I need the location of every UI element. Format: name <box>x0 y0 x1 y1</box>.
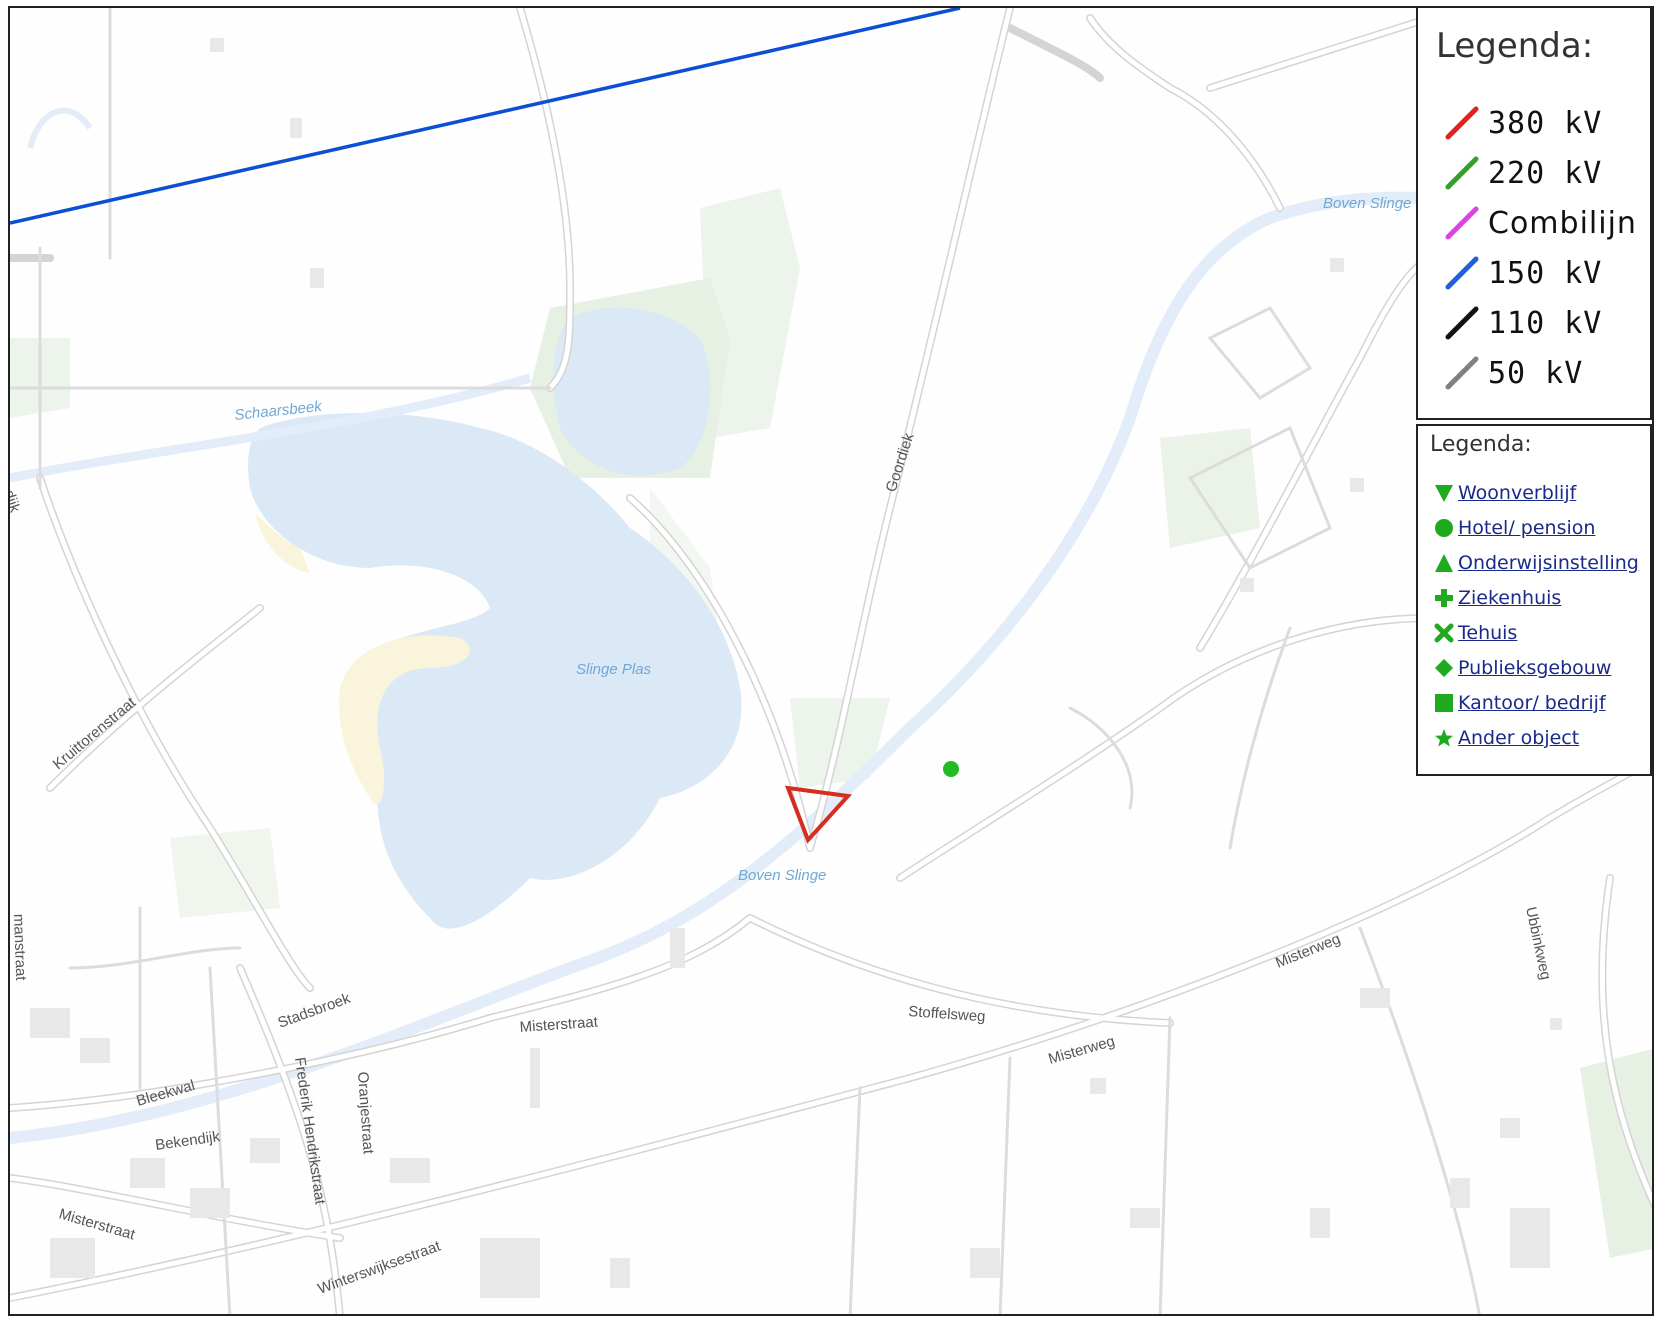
legend-item-woonverblijf: Woonverblijf <box>1432 478 1576 508</box>
legend-title: Legenda: <box>1430 432 1532 457</box>
circle-icon <box>1432 516 1456 540</box>
legend-item-hotel: Hotel/ pension <box>1432 513 1595 543</box>
label-boven-slinge-bottom: Boven Slinge <box>738 867 826 884</box>
hotel-pension-marker[interactable] <box>943 761 959 777</box>
legend-item-ander-object: Ander object <box>1432 723 1579 753</box>
powerline-legend: Legenda: 380 kV 220 kV Combilijn 150 kV … <box>1416 6 1652 420</box>
label-stoffelsweg: Stoffelsweg <box>908 1003 986 1025</box>
legend-item-kantoor: Kantoor/ bedrijf <box>1432 688 1606 718</box>
label-boven-slinge-top: Boven Slinge <box>1323 195 1411 212</box>
legend-item-combilijn: Combilijn <box>1442 203 1637 243</box>
square-icon <box>1432 691 1456 715</box>
star-icon <box>1432 726 1456 750</box>
label-stadsbroek: Stadsbroek <box>276 990 354 1032</box>
diamond-icon <box>1432 656 1456 680</box>
base-map[interactable]: Schaarsbeek Slinge Plas Boven Slinge Bov… <box>10 8 1654 1316</box>
label-straat-partial: manstraat <box>10 914 29 982</box>
label-oranjestraat: Oranjestraat <box>354 1071 377 1155</box>
legend-link-kantoor[interactable]: Kantoor/ bedrijf <box>1458 692 1606 714</box>
object-legend: Legenda: Woonverblijf Hotel/ pension Ond… <box>1416 424 1652 776</box>
down-triangle-icon <box>1432 481 1456 505</box>
legend-link-publieksgebouw[interactable]: Publieksgebouw <box>1458 657 1611 679</box>
legend-label: 220 kV <box>1488 155 1603 191</box>
label-dijk-partial: dijk <box>10 488 23 515</box>
legend-label: 50 kV <box>1488 355 1584 391</box>
small-pond <box>553 307 711 476</box>
label-misterweg-mid: Misterweg <box>1046 1033 1116 1068</box>
label-frederik-hendrikstraat: Frederik Hendrikstraat <box>291 1056 329 1206</box>
legend-item-50kv: 50 kV <box>1442 353 1583 393</box>
label-misterstraat-left: Misterstraat <box>57 1206 138 1244</box>
line-swatch-gray-icon <box>1445 356 1479 390</box>
legend-item-110kv: 110 kV <box>1442 303 1602 343</box>
label-bekendijk: Bekendijk <box>154 1128 221 1154</box>
legend-link-ziekenhuis[interactable]: Ziekenhuis <box>1458 587 1561 609</box>
powerline-150kv[interactable] <box>10 8 961 225</box>
legend-item-publieksgebouw: Publieksgebouw <box>1432 653 1611 683</box>
label-slinge-plas: Slinge Plas <box>576 661 652 678</box>
legend-item-220kv: 220 kV <box>1442 153 1602 193</box>
line-swatch-black-icon <box>1445 306 1479 340</box>
legend-label: 380 kV <box>1488 105 1603 141</box>
legend-title: Legenda: <box>1436 26 1594 66</box>
legend-link-tehuis[interactable]: Tehuis <box>1458 622 1517 644</box>
legend-link-woonverblijf[interactable]: Woonverblijf <box>1458 482 1576 504</box>
legend-label: Combilijn <box>1488 205 1637 241</box>
line-swatch-blue-icon <box>1445 256 1479 290</box>
line-swatch-red-icon <box>1445 106 1479 140</box>
line-swatch-magenta-icon <box>1445 206 1479 240</box>
legend-item-tehuis: Tehuis <box>1432 618 1517 648</box>
slinge-plas-lake <box>248 413 742 929</box>
legend-item-150kv: 150 kV <box>1442 253 1602 293</box>
line-swatch-green-icon <box>1445 156 1479 190</box>
cross-icon <box>1432 621 1456 645</box>
legend-item-380kv: 380 kV <box>1442 103 1602 143</box>
legend-link-hotel[interactable]: Hotel/ pension <box>1458 517 1595 539</box>
map-viewport[interactable]: Schaarsbeek Slinge Plas Boven Slinge Bov… <box>8 6 1654 1316</box>
label-misterstraat-mid: Misterstraat <box>519 1014 599 1036</box>
legend-item-ziekenhuis: Ziekenhuis <box>1432 583 1561 613</box>
legend-link-ander-object[interactable]: Ander object <box>1458 727 1579 749</box>
plus-icon <box>1432 586 1456 610</box>
legend-label: 110 kV <box>1488 305 1603 341</box>
label-goordiek: Goordiek <box>883 431 918 495</box>
label-kruittorenstraat: Kruittorenstraat <box>50 694 140 773</box>
up-triangle-icon <box>1432 551 1456 575</box>
legend-link-onderwijs[interactable]: Onderwijsinstelling <box>1458 552 1639 574</box>
label-ubbinkweg: Ubbinkweg <box>1522 905 1554 981</box>
legend-item-onderwijs: Onderwijsinstelling <box>1432 548 1639 578</box>
legend-label: 150 kV <box>1488 255 1603 291</box>
